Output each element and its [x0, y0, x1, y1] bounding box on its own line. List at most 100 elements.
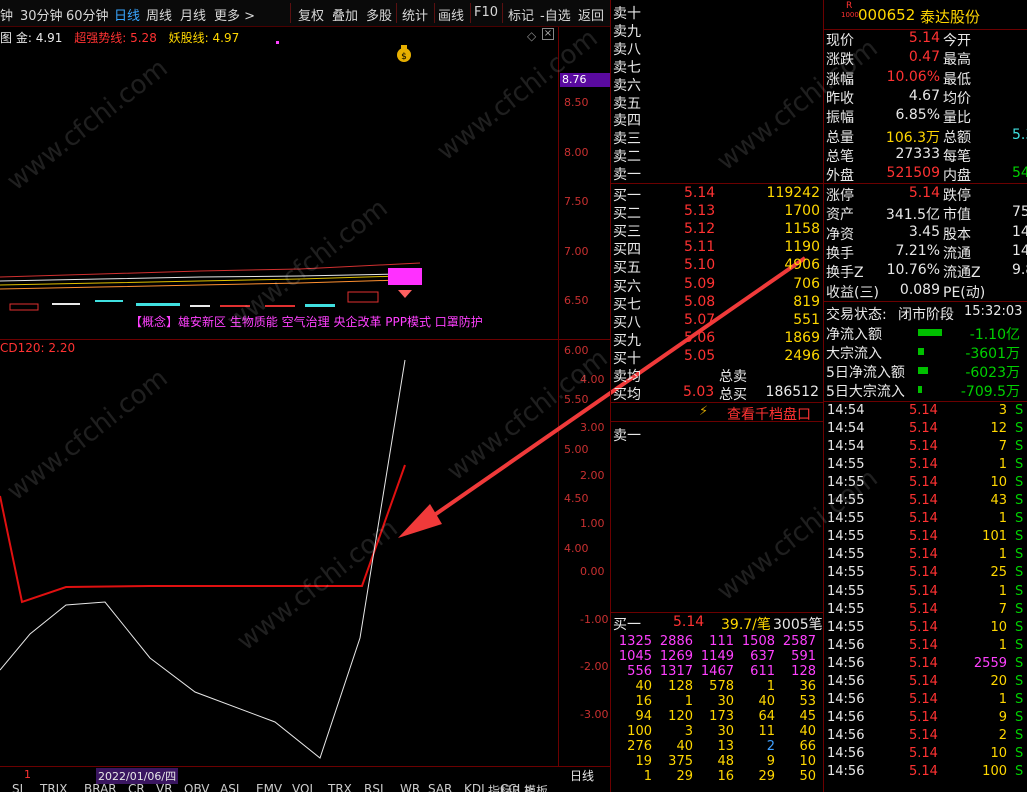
queue-order-value: 50 — [799, 769, 816, 784]
quote-label-right: 最高 — [943, 52, 971, 69]
buy-level-price: 5.10 — [684, 257, 716, 274]
toolbar-item[interactable]: 返回 — [578, 5, 604, 24]
buy-level-price: 5.05 — [684, 347, 716, 364]
quote-label-right: 流通Z — [943, 265, 981, 282]
tick-row[interactable]: 14:56 5.14 10 S — [827, 746, 1027, 764]
indicator-tab[interactable]: BRAR — [84, 782, 117, 792]
toolbar-item[interactable]: 更多 > — [214, 5, 255, 24]
tick-row[interactable]: 14:55 5.14 10 S — [827, 475, 1027, 493]
tick-time: 14:55 — [827, 583, 865, 599]
tick-row[interactable]: 14:56 5.14 2559 S — [827, 656, 1027, 674]
status-label: 交易状态: — [826, 307, 887, 323]
queue-order: 50 — [776, 769, 816, 784]
toolbar-item[interactable]: 复权 — [298, 5, 324, 24]
y-tick-label: 8.50 — [564, 96, 589, 109]
toolbar-item[interactable]: 钟 — [0, 5, 13, 24]
toolbar-item[interactable]: 统计 — [402, 5, 428, 24]
indicator-tab[interactable]: EMV — [256, 782, 282, 792]
y-tick-label: 8.00 — [564, 145, 589, 159]
tick-row[interactable]: 14:55 5.14 25 S — [827, 565, 1027, 583]
queue-order: 637 — [735, 649, 775, 664]
toolbar-item[interactable]: 叠加 — [332, 5, 358, 24]
indicator-tab[interactable]: WR — [400, 782, 420, 792]
tick-row[interactable]: 14:54 5.14 3 S — [827, 403, 1027, 421]
toolbar-item[interactable]: 画线 — [438, 5, 464, 24]
tick-row[interactable]: 14:55 5.14 1 S — [827, 584, 1027, 602]
tick-row[interactable]: 14:55 5.14 1 S — [827, 547, 1027, 565]
quote-mid-line — [824, 183, 1027, 184]
quote-value: 27333 — [895, 145, 940, 162]
quote-value: 10.06% — [886, 68, 940, 85]
stock-tag-sub: 1000 — [841, 11, 859, 19]
indicator-tab[interactable]: VOL — [292, 782, 316, 792]
indicator-tab[interactable]: VR — [156, 782, 173, 792]
tick-row[interactable]: 14:55 5.14 1 S — [827, 457, 1027, 475]
buy-one-order-count: 3005笔 — [773, 617, 823, 633]
queue-order-value: 45 — [799, 709, 816, 724]
tick-side: S — [1015, 709, 1024, 725]
buy-level-price: 5.09 — [684, 275, 716, 292]
y-tick-label: 1.00 — [580, 516, 605, 530]
indicator-tab[interactable]: SI — [12, 782, 23, 792]
tick-price: 5.14 — [909, 547, 938, 563]
indicator-tab[interactable]: TRIX — [40, 782, 67, 792]
quote-label-right: 量比 — [943, 110, 971, 127]
tick-volume: 101 — [982, 529, 1007, 545]
indicator-tab[interactable]: ASI — [220, 782, 239, 792]
queue-order-value: 2886 — [659, 634, 693, 649]
toolbar-item[interactable]: 30分钟 — [20, 5, 63, 24]
tick-row[interactable]: 14:55 5.14 10 S — [827, 620, 1027, 638]
tick-row[interactable]: 14:56 5.14 1 S — [827, 638, 1027, 656]
tick-row[interactable]: 14:56 5.14 2 S — [827, 728, 1027, 746]
queue-order-value: 66 — [799, 739, 816, 754]
indicator-tab[interactable]: CR — [128, 782, 145, 792]
toolbar-item[interactable]: 60分钟 — [66, 5, 109, 24]
thousand-book-link[interactable]: 查看千档盘口 — [727, 404, 811, 424]
indicator-tab[interactable]: 模板 — [524, 782, 548, 792]
tick-price: 5.14 — [909, 565, 938, 581]
queue-order: 1 — [612, 769, 652, 784]
tick-row[interactable]: 14:56 5.14 100 S — [827, 764, 1027, 782]
tick-price: 5.14 — [909, 403, 938, 418]
toolbar-item[interactable]: 标记 — [508, 5, 534, 24]
tick-side: S — [1015, 764, 1024, 779]
tick-row[interactable]: 14:55 5.14 7 S — [827, 602, 1027, 620]
queue-order-value: 64 — [758, 709, 775, 724]
toolbar-item[interactable]: -自选 — [540, 5, 571, 24]
toolbar-item[interactable]: 月线 — [180, 5, 206, 24]
buy-one-label: 买一 — [613, 617, 641, 633]
indicator-tab[interactable]: OBV — [184, 782, 210, 792]
thousand-book-bar[interactable]: ⚡ 查看千档盘口 — [611, 402, 823, 424]
toolbar-item[interactable]: 周线 — [146, 5, 172, 24]
buy-level-volume: 1869 — [784, 329, 820, 346]
status-value: 闭市阶段 — [898, 307, 954, 323]
tick-row[interactable]: 14:56 5.14 20 S — [827, 674, 1027, 692]
main-chart-panel[interactable]: 图 金: 4.91 超强势线: 5.28 妖股线: 4.97 ◇ × $ 8.7… — [0, 27, 610, 555]
tick-side: S — [1015, 637, 1024, 653]
tick-row[interactable]: 14:54 5.14 12 S — [827, 421, 1027, 439]
indicator-tab[interactable]: 指标B — [488, 782, 520, 792]
tick-row[interactable]: 14:55 5.14 1 S — [827, 511, 1027, 529]
queue-order: 11 — [735, 724, 775, 739]
toolbar-item[interactable]: 多股 — [366, 5, 392, 24]
queue-order: 10 — [776, 754, 816, 769]
tick-row[interactable]: 14:54 5.14 7 S — [827, 439, 1027, 457]
queue-order: 1467 — [694, 664, 734, 679]
tick-row[interactable]: 14:56 5.14 9 S — [827, 710, 1027, 728]
indicator-tab[interactable]: SAR — [428, 782, 452, 792]
indicator-tab[interactable]: KDJ — [464, 782, 485, 792]
toolbar-item[interactable]: 日线 — [114, 5, 140, 24]
sub-chart-panel[interactable]: CD120: 2.20 4.00 3.00 2.00 1.00 0.00 -1.00 -2.… — [0, 340, 610, 766]
tick-price: 5.14 — [909, 457, 938, 473]
queue-order-value: 1 — [643, 769, 652, 784]
toolbar-item[interactable]: F10 — [474, 5, 498, 20]
tick-row[interactable]: 14:55 5.14 43 S — [827, 493, 1027, 511]
tick-row[interactable]: 14:56 5.14 1 S — [827, 692, 1027, 710]
queue-order: 1325 — [612, 634, 652, 649]
indicator-tab[interactable]: TRX — [328, 782, 352, 792]
queue-order-value: 53 — [799, 694, 816, 709]
tick-row[interactable]: 14:55 5.14 101 S — [827, 529, 1027, 547]
queue-order-value: 120 — [668, 709, 693, 724]
indicator-tab[interactable]: RSI — [364, 782, 384, 792]
queue-order-value: 556 — [627, 664, 652, 679]
